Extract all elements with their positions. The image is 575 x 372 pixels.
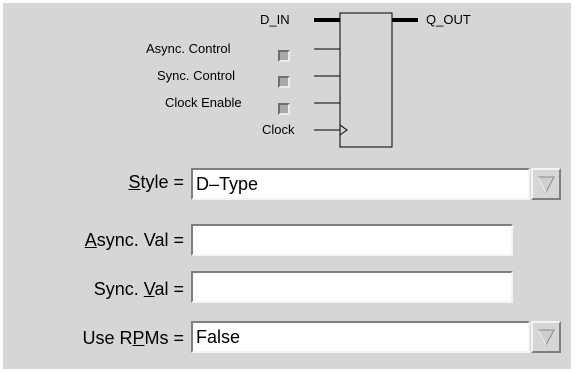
use-rpms-label: Use RPMs = — [82, 328, 184, 348]
async-control-checkbox[interactable] — [278, 50, 290, 62]
d-in-bus — [314, 18, 340, 22]
sync-control-checkbox[interactable] — [278, 76, 290, 88]
sync-val-input[interactable] — [191, 271, 513, 303]
use-rpms-dropdown-button[interactable] — [531, 321, 561, 353]
async-val-input[interactable] — [191, 224, 513, 256]
sync-control-label: Sync. Control — [157, 68, 236, 83]
q-out-bus — [392, 18, 418, 22]
sync-val-label: Sync. Val = — [93, 279, 184, 299]
flipflop-properties-panel: D_IN Q_OUT Async. Control Sync. Control … — [3, 3, 571, 369]
flipflop-body — [339, 12, 393, 148]
triangle-down-icon — [537, 176, 555, 193]
q-out-label: Q_OUT — [426, 12, 471, 27]
style-dropdown-button[interactable] — [531, 168, 561, 200]
async-control-label: Async. Control — [146, 41, 231, 56]
use-rpms-select[interactable]: False — [191, 321, 530, 353]
style-select[interactable]: D–Type — [191, 168, 530, 200]
clock-label: Clock — [262, 122, 295, 137]
triangle-down-icon — [537, 329, 555, 346]
clock-triangle-icon — [339, 124, 348, 136]
async-val-label: Async. Val = — [84, 230, 184, 250]
clock-enable-label: Clock Enable — [165, 95, 242, 110]
clock-enable-checkbox[interactable] — [278, 103, 290, 115]
d-in-label: D_IN — [260, 12, 290, 27]
style-label: Style = — [128, 172, 184, 192]
flipflop-diagram: D_IN Q_OUT Async. Control Sync. Control … — [3, 3, 571, 153]
